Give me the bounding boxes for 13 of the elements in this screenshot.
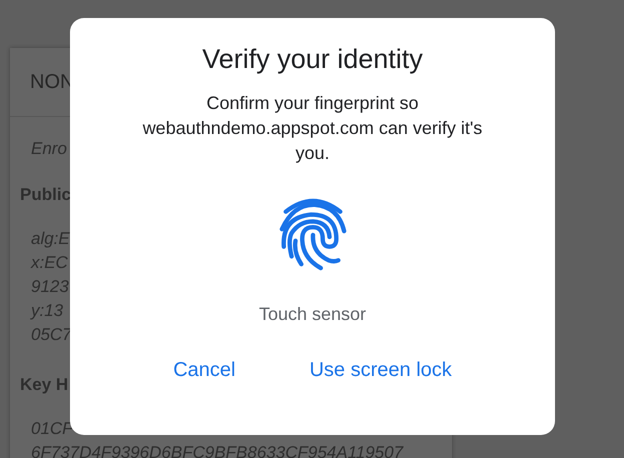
text-line: x:EC <box>31 252 68 274</box>
dialog-message: Confirm your fingerprint so webauthndemo.appspot.com can verify it's you. <box>142 92 484 165</box>
dialog-title: Verify your identity <box>202 44 423 75</box>
screen-lock-button[interactable]: Use screen lock <box>297 353 464 388</box>
text-line: 05C7 <box>31 324 72 346</box>
text-line: y:13 <box>31 300 64 322</box>
text-line: 9123 <box>31 276 69 298</box>
text-line: 6F737D4F9396D6BFC9BFB8633CF954A119507 <box>31 442 404 458</box>
section-heading: Public <box>20 184 72 206</box>
text-line: Enro <box>31 138 67 160</box>
text-line: 01CF <box>31 418 73 440</box>
touch-sensor-hint: Touch sensor <box>258 304 366 325</box>
cancel-button[interactable]: Cancel <box>161 353 248 388</box>
